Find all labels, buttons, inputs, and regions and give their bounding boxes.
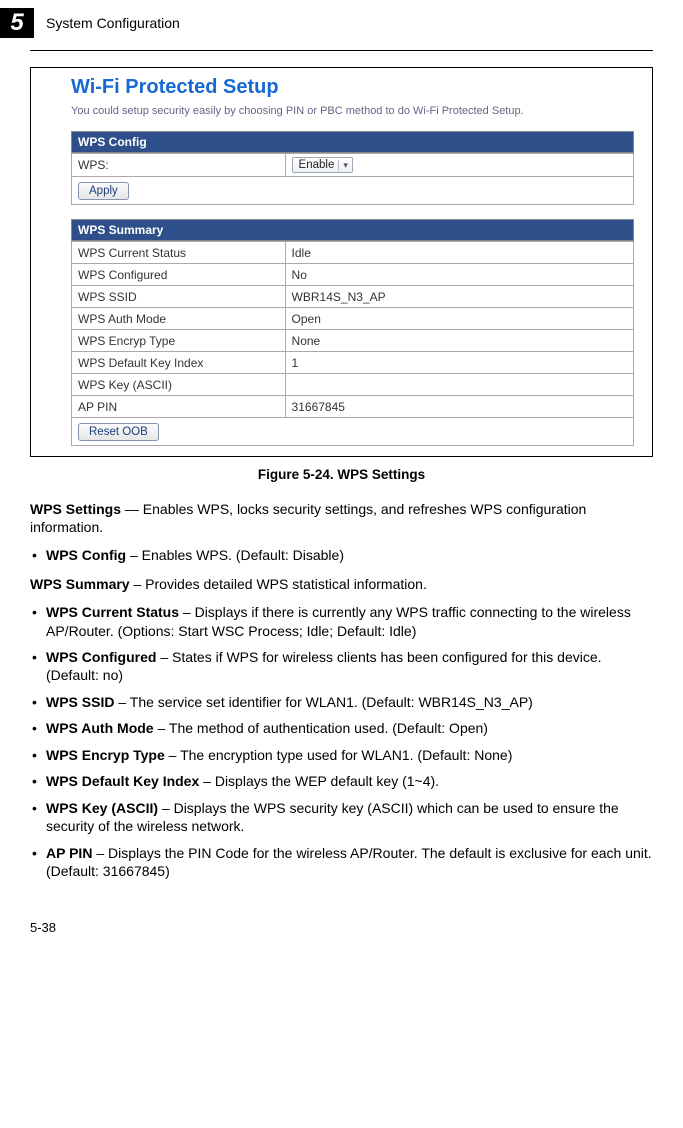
body-text: WPS Settings — Enables WPS, locks securi…: [30, 500, 653, 881]
screenshot-panel: Wi-Fi Protected Setup You could setup se…: [30, 67, 653, 457]
table-row: WPS Current StatusIdle: [72, 242, 634, 264]
reset-oob-button[interactable]: Reset OOB: [78, 423, 159, 441]
panel-subtext: You could setup security easily by choos…: [71, 105, 634, 117]
text-bold: WPS Current Status: [46, 604, 179, 620]
chapter-title: System Configuration: [46, 15, 180, 31]
wps-config-table: WPS: Enable ▾: [71, 153, 634, 177]
summary-value-cell: [285, 374, 633, 396]
text-span: – The encryption type used for WLAN1. (D…: [165, 747, 513, 763]
text-span: – Enables WPS. (Default: Disable): [126, 547, 344, 563]
text-bold: WPS Auth Mode: [46, 720, 154, 736]
text-span: – Displays the WEP default key (1~4).: [199, 773, 439, 789]
table-row: AP PIN31667845: [72, 396, 634, 418]
list-item: WPS Configured – States if WPS for wirel…: [30, 648, 653, 685]
summary-label-cell: AP PIN: [72, 396, 286, 418]
summary-label-cell: WPS Configured: [72, 264, 286, 286]
text-span: – Provides detailed WPS statistical info…: [130, 576, 427, 592]
table-row: WPS Default Key Index1: [72, 352, 634, 374]
summary-label-cell: WPS Key (ASCII): [72, 374, 286, 396]
table-row: WPS ConfiguredNo: [72, 264, 634, 286]
summary-label-cell: WPS Default Key Index: [72, 352, 286, 374]
table-row: WPS Encryp TypeNone: [72, 330, 634, 352]
text-bold: WPS Summary: [30, 576, 130, 592]
summary-value-cell: WBR14S_N3_AP: [285, 286, 633, 308]
wps-select-value: Enable: [299, 159, 335, 171]
text-bold: WPS Encryp Type: [46, 747, 165, 763]
apply-button-row: Apply: [71, 177, 634, 205]
wps-summary-table: WPS Current StatusIdleWPS ConfiguredNoWP…: [71, 241, 634, 418]
wps-select[interactable]: Enable ▾: [292, 157, 353, 173]
summary-label-cell: WPS Current Status: [72, 242, 286, 264]
list-item: WPS Encryp Type – The encryption type us…: [30, 746, 653, 764]
list-item: WPS Auth Mode – The method of authentica…: [30, 719, 653, 737]
summary-value-cell: No: [285, 264, 633, 286]
wps-label-cell: WPS:: [72, 154, 286, 177]
list-item: WPS Key (ASCII) – Displays the WPS secur…: [30, 799, 653, 836]
table-row: WPS Auth ModeOpen: [72, 308, 634, 330]
text-span: – The method of authentication used. (De…: [154, 720, 488, 736]
figure-caption: Figure 5-24. WPS Settings: [0, 467, 683, 482]
table-row: WPS Key (ASCII): [72, 374, 634, 396]
table-row: WPS: Enable ▾: [72, 154, 634, 177]
header-divider: [30, 50, 653, 51]
list-item: WPS Current Status – Displays if there i…: [30, 603, 653, 640]
table-row: WPS SSIDWBR14S_N3_AP: [72, 286, 634, 308]
text-bold: WPS SSID: [46, 694, 114, 710]
text-span: – Displays the PIN Code for the wireless…: [46, 845, 652, 879]
panel-title: Wi-Fi Protected Setup: [71, 76, 634, 99]
bullet-list: WPS Current Status – Displays if there i…: [30, 603, 653, 881]
summary-label-cell: WPS SSID: [72, 286, 286, 308]
wps-config-header: WPS Config: [71, 131, 634, 153]
page-header: 5 System Configuration: [0, 0, 683, 50]
text-bold: WPS Settings: [30, 501, 121, 517]
chapter-number-badge: 5: [0, 8, 34, 38]
text-bold: WPS Config: [46, 547, 126, 563]
summary-value-cell: Open: [285, 308, 633, 330]
bullet-list: WPS Config – Enables WPS. (Default: Disa…: [30, 546, 653, 564]
list-item: WPS SSID – The service set identifier fo…: [30, 693, 653, 711]
summary-value-cell: 31667845: [285, 396, 633, 418]
apply-button[interactable]: Apply: [78, 182, 129, 200]
summary-value-cell: None: [285, 330, 633, 352]
text-bold: WPS Key (ASCII): [46, 800, 158, 816]
reset-button-row: Reset OOB: [71, 418, 634, 446]
list-item: WPS Config – Enables WPS. (Default: Disa…: [30, 546, 653, 564]
text-span: – The service set identifier for WLAN1. …: [114, 694, 532, 710]
summary-value-cell: 1: [285, 352, 633, 374]
list-item: WPS Default Key Index – Displays the WEP…: [30, 772, 653, 790]
wps-settings-intro: WPS Settings — Enables WPS, locks securi…: [30, 500, 653, 536]
list-item: AP PIN – Displays the PIN Code for the w…: [30, 844, 653, 881]
summary-label-cell: WPS Encryp Type: [72, 330, 286, 352]
chevron-down-icon: ▾: [338, 160, 348, 171]
text-bold: AP PIN: [46, 845, 92, 861]
wps-summary-header: WPS Summary: [71, 219, 634, 241]
page-number: 5-38: [30, 920, 56, 935]
text-bold: WPS Default Key Index: [46, 773, 199, 789]
wps-summary-intro: WPS Summary – Provides detailed WPS stat…: [30, 575, 653, 593]
summary-label-cell: WPS Auth Mode: [72, 308, 286, 330]
wps-value-cell: Enable ▾: [285, 154, 633, 177]
text-bold: WPS Configured: [46, 649, 156, 665]
summary-value-cell: Idle: [285, 242, 633, 264]
